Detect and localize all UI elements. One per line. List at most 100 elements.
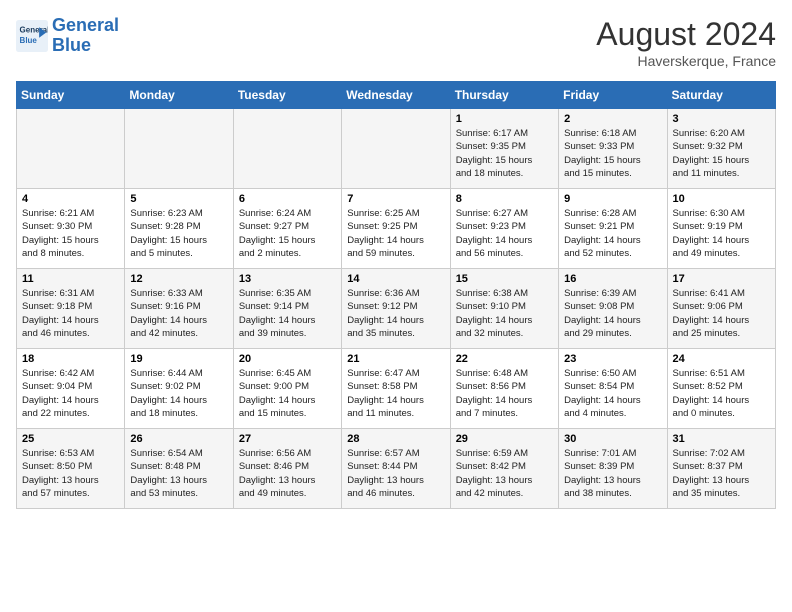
- day-cell: [125, 109, 233, 189]
- logo-icon: General Blue: [16, 20, 48, 52]
- calendar-body: 1 Sunrise: 6:17 AMSunset: 9:35 PMDaylight…: [17, 109, 776, 509]
- weekday-header-friday: Friday: [559, 82, 667, 109]
- day-info: Sunrise: 6:42 AMSunset: 9:04 PMDaylight:…: [22, 367, 119, 420]
- day-number: 24: [673, 353, 770, 365]
- day-info: Sunrise: 6:50 AMSunset: 8:54 PMDaylight:…: [564, 367, 661, 420]
- weekday-header-monday: Monday: [125, 82, 233, 109]
- day-cell: 6 Sunrise: 6:24 AMSunset: 9:27 PMDaylight…: [233, 189, 341, 269]
- day-number: 8: [456, 193, 553, 205]
- week-row-5: 25Sunrise: 6:53 AMSunset: 8:50 PMDayligh…: [17, 429, 776, 509]
- logo-text: General Blue: [52, 16, 119, 56]
- day-cell: 18 Sunrise: 6:42 AMSunset: 9:04 PMDayligh…: [17, 349, 125, 429]
- day-number: 19: [130, 353, 227, 365]
- day-info: Sunrise: 6:17 AMSunset: 9:35 PMDaylight:…: [456, 127, 553, 180]
- day-number: 30: [564, 433, 661, 445]
- day-cell: 5 Sunrise: 6:23 AMSunset: 9:28 PMDaylight…: [125, 189, 233, 269]
- day-number: 31: [673, 433, 770, 445]
- week-row-1: 1 Sunrise: 6:17 AMSunset: 9:35 PMDaylight…: [17, 109, 776, 189]
- day-cell: 19 Sunrise: 6:44 AMSunset: 9:02 PMDayligh…: [125, 349, 233, 429]
- day-info: Sunrise: 6:47 AMSunset: 8:58 PMDaylight:…: [347, 367, 444, 420]
- day-cell: 3Sunrise: 6:20 AMSunset: 9:32 PMDaylight…: [667, 109, 775, 189]
- day-cell: 13 Sunrise: 6:35 AMSunset: 9:14 PMDayligh…: [233, 269, 341, 349]
- day-info: Sunrise: 6:33 AMSunset: 9:16 PMDaylight:…: [130, 287, 227, 340]
- day-number: 10: [673, 193, 770, 205]
- day-cell: 4Sunrise: 6:21 AMSunset: 9:30 PMDaylight…: [17, 189, 125, 269]
- day-info: Sunrise: 6:35 AMSunset: 9:14 PMDaylight:…: [239, 287, 336, 340]
- day-info: Sunrise: 6:57 AMSunset: 8:44 PMDaylight:…: [347, 447, 444, 500]
- day-cell: [233, 109, 341, 189]
- day-info: Sunrise: 6:45 AMSunset: 9:00 PMDaylight:…: [239, 367, 336, 420]
- day-cell: 12 Sunrise: 6:33 AMSunset: 9:16 PMDayligh…: [125, 269, 233, 349]
- day-number: 12: [130, 273, 227, 285]
- day-cell: 15Sunrise: 6:38 AMSunset: 9:10 PMDayligh…: [450, 269, 558, 349]
- day-number: 2: [564, 113, 661, 125]
- calendar-table: SundayMondayTuesdayWednesdayThursdayFrid…: [16, 81, 776, 509]
- day-info: Sunrise: 7:01 AMSunset: 8:39 PMDaylight:…: [564, 447, 661, 500]
- day-number: 11: [22, 273, 119, 285]
- day-number: 1: [456, 113, 553, 125]
- day-number: 4: [22, 193, 119, 205]
- day-number: 29: [456, 433, 553, 445]
- day-number: 14: [347, 273, 444, 285]
- page-header: General Blue General Blue August 2024 Ha…: [16, 16, 776, 69]
- day-cell: 10 Sunrise: 6:30 AMSunset: 9:19 PMDayligh…: [667, 189, 775, 269]
- week-row-3: 11 Sunrise: 6:31 AMSunset: 9:18 PMDayligh…: [17, 269, 776, 349]
- weekday-header-thursday: Thursday: [450, 82, 558, 109]
- week-row-2: 4Sunrise: 6:21 AMSunset: 9:30 PMDaylight…: [17, 189, 776, 269]
- day-cell: 23 Sunrise: 6:50 AMSunset: 8:54 PMDayligh…: [559, 349, 667, 429]
- month-year: August 2024: [596, 16, 776, 53]
- day-cell: 7 Sunrise: 6:25 AMSunset: 9:25 PMDaylight…: [342, 189, 450, 269]
- day-info: Sunrise: 6:27 AMSunset: 9:23 PMDaylight:…: [456, 207, 553, 260]
- day-info: Sunrise: 6:25 AMSunset: 9:25 PMDaylight:…: [347, 207, 444, 260]
- day-number: 28: [347, 433, 444, 445]
- weekday-header-tuesday: Tuesday: [233, 82, 341, 109]
- day-info: Sunrise: 6:30 AMSunset: 9:19 PMDaylight:…: [673, 207, 770, 260]
- day-cell: 14 Sunrise: 6:36 AMSunset: 9:12 PMDayligh…: [342, 269, 450, 349]
- day-info: Sunrise: 7:02 AMSunset: 8:37 PMDaylight:…: [673, 447, 770, 500]
- day-info: Sunrise: 6:59 AMSunset: 8:42 PMDaylight:…: [456, 447, 553, 500]
- day-number: 20: [239, 353, 336, 365]
- weekday-header-saturday: Saturday: [667, 82, 775, 109]
- logo: General Blue General Blue: [16, 16, 119, 56]
- day-number: 17: [673, 273, 770, 285]
- day-cell: 11 Sunrise: 6:31 AMSunset: 9:18 PMDayligh…: [17, 269, 125, 349]
- day-info: Sunrise: 6:28 AMSunset: 9:21 PMDaylight:…: [564, 207, 661, 260]
- day-number: 5: [130, 193, 227, 205]
- day-cell: 8 Sunrise: 6:27 AMSunset: 9:23 PMDaylight…: [450, 189, 558, 269]
- day-number: 13: [239, 273, 336, 285]
- day-cell: 21Sunrise: 6:47 AMSunset: 8:58 PMDayligh…: [342, 349, 450, 429]
- day-cell: 26Sunrise: 6:54 AMSunset: 8:48 PMDayligh…: [125, 429, 233, 509]
- day-number: 15: [456, 273, 553, 285]
- day-cell: 29 Sunrise: 6:59 AMSunset: 8:42 PMDayligh…: [450, 429, 558, 509]
- weekday-header-sunday: Sunday: [17, 82, 125, 109]
- day-number: 9: [564, 193, 661, 205]
- day-cell: 25Sunrise: 6:53 AMSunset: 8:50 PMDayligh…: [17, 429, 125, 509]
- day-cell: 27Sunrise: 6:56 AMSunset: 8:46 PMDayligh…: [233, 429, 341, 509]
- weekday-header-wednesday: Wednesday: [342, 82, 450, 109]
- day-cell: [342, 109, 450, 189]
- day-cell: 24 Sunrise: 6:51 AMSunset: 8:52 PMDayligh…: [667, 349, 775, 429]
- location: Haverskerque, France: [596, 53, 776, 69]
- day-info: Sunrise: 6:20 AMSunset: 9:32 PMDaylight:…: [673, 127, 770, 180]
- day-info: Sunrise: 6:44 AMSunset: 9:02 PMDaylight:…: [130, 367, 227, 420]
- day-number: 7: [347, 193, 444, 205]
- day-info: Sunrise: 6:51 AMSunset: 8:52 PMDaylight:…: [673, 367, 770, 420]
- day-number: 18: [22, 353, 119, 365]
- day-cell: 20 Sunrise: 6:45 AMSunset: 9:00 PMDayligh…: [233, 349, 341, 429]
- day-cell: 30 Sunrise: 7:01 AMSunset: 8:39 PMDayligh…: [559, 429, 667, 509]
- day-info: Sunrise: 6:36 AMSunset: 9:12 PMDaylight:…: [347, 287, 444, 340]
- week-row-4: 18 Sunrise: 6:42 AMSunset: 9:04 PMDayligh…: [17, 349, 776, 429]
- day-info: Sunrise: 6:48 AMSunset: 8:56 PMDaylight:…: [456, 367, 553, 420]
- day-info: Sunrise: 6:18 AMSunset: 9:33 PMDaylight:…: [564, 127, 661, 180]
- weekday-header-row: SundayMondayTuesdayWednesdayThursdayFrid…: [17, 82, 776, 109]
- day-info: Sunrise: 6:23 AMSunset: 9:28 PMDaylight:…: [130, 207, 227, 260]
- day-cell: 1 Sunrise: 6:17 AMSunset: 9:35 PMDaylight…: [450, 109, 558, 189]
- day-number: 27: [239, 433, 336, 445]
- day-cell: [17, 109, 125, 189]
- day-number: 23: [564, 353, 661, 365]
- day-info: Sunrise: 6:24 AMSunset: 9:27 PMDaylight:…: [239, 207, 336, 260]
- day-info: Sunrise: 6:31 AMSunset: 9:18 PMDaylight:…: [22, 287, 119, 340]
- day-number: 6: [239, 193, 336, 205]
- day-info: Sunrise: 6:41 AMSunset: 9:06 PMDaylight:…: [673, 287, 770, 340]
- day-cell: 28 Sunrise: 6:57 AMSunset: 8:44 PMDayligh…: [342, 429, 450, 509]
